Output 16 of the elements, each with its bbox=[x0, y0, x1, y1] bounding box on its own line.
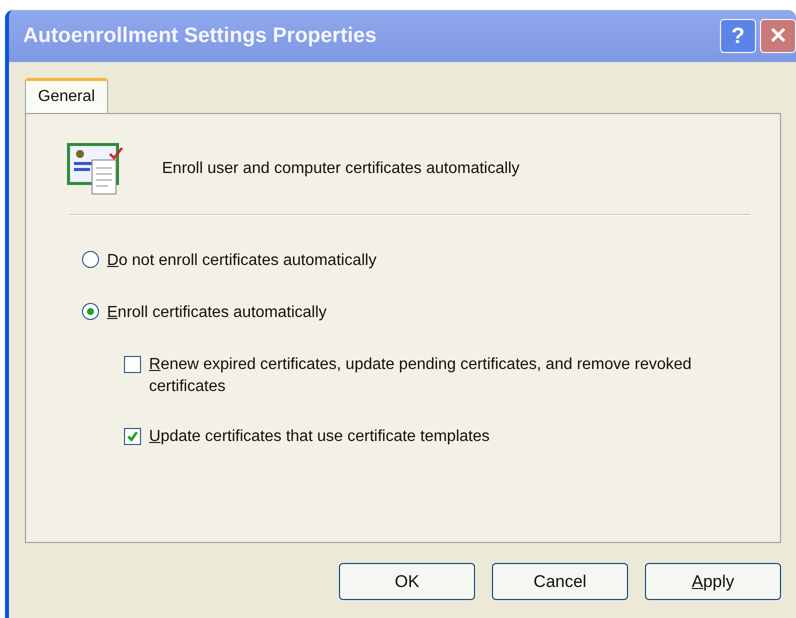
radio-button[interactable] bbox=[82, 251, 99, 268]
help-button[interactable]: ? bbox=[720, 19, 756, 53]
dialog-button[interactable]: Cancel bbox=[492, 563, 628, 600]
option-label[interactable]: Update certificates that use certificate templates bbox=[149, 426, 490, 448]
tab[interactable]: General bbox=[25, 78, 108, 113]
radio-button[interactable] bbox=[82, 303, 99, 320]
checkbox[interactable] bbox=[124, 356, 141, 373]
header-text: Enroll user and computer certificates automatically bbox=[162, 160, 520, 178]
dialog-button[interactable]: Apply bbox=[645, 563, 781, 600]
window-title: Autoenrollment Settings Properties bbox=[23, 24, 377, 48]
option-label[interactable]: Do not enroll certificates automatically bbox=[107, 250, 376, 272]
dialog-button[interactable]: OK bbox=[339, 563, 475, 600]
option-label[interactable]: Enroll certificates automatically bbox=[107, 302, 327, 324]
checkbox[interactable] bbox=[124, 428, 141, 445]
certificate-icon bbox=[66, 142, 124, 196]
option-label[interactable]: Renew expired certificates, update pending certificates, and remove revoked certificates bbox=[149, 354, 750, 398]
